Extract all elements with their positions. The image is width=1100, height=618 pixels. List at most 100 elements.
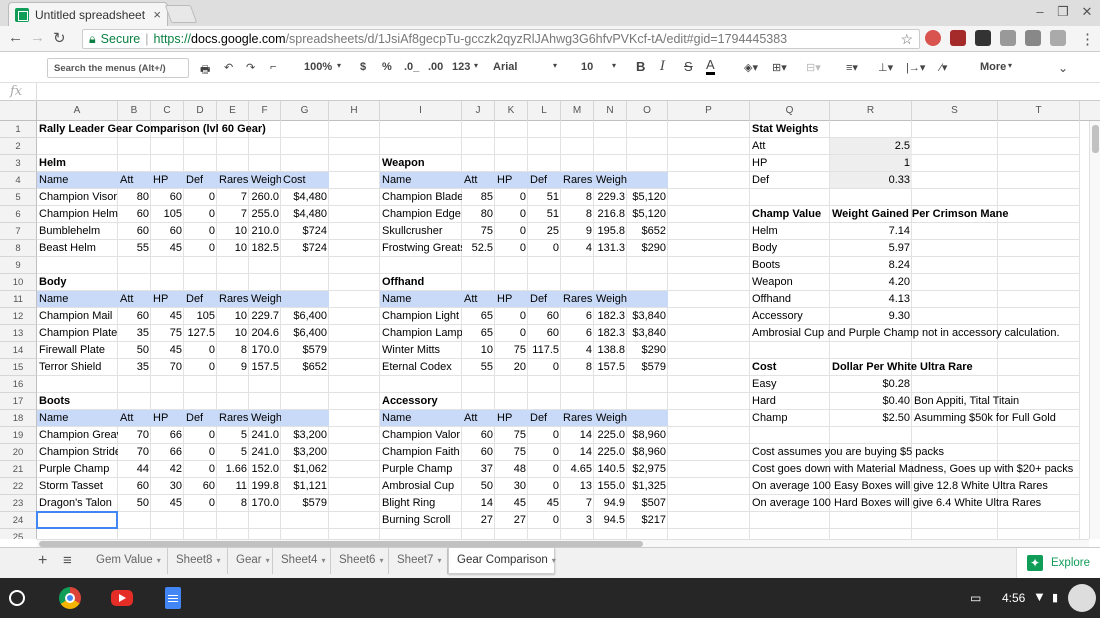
- sheet-tab-sheet4[interactable]: Sheet4 ▾: [273, 548, 331, 574]
- cell-b8[interactable]: 55: [118, 240, 151, 257]
- redo-icon[interactable]: ↷: [246, 61, 255, 74]
- paint-format-icon[interactable]: ⌐: [270, 61, 276, 73]
- cell-n6[interactable]: 216.8: [594, 206, 627, 223]
- cell-c11[interactable]: HP: [151, 291, 184, 308]
- cell-a4[interactable]: Name: [37, 172, 118, 189]
- cell-q21[interactable]: Cost goes down with Material Madness, Go…: [750, 461, 1073, 478]
- cell-f5[interactable]: 260.0: [249, 189, 281, 206]
- cell-e20[interactable]: 5: [217, 444, 249, 461]
- cell-l19[interactable]: 0: [528, 427, 561, 444]
- row-header-10[interactable]: 10: [0, 274, 37, 291]
- cell-m22[interactable]: 13: [561, 478, 594, 495]
- cell-a15[interactable]: Terror Shield: [37, 359, 118, 376]
- user-avatar[interactable]: [1068, 584, 1096, 612]
- percent-button[interactable]: %: [382, 61, 392, 73]
- cell-c20[interactable]: 66: [151, 444, 184, 461]
- cell-q1[interactable]: Stat Weights: [750, 121, 830, 138]
- cell-l4[interactable]: Def: [528, 172, 561, 189]
- cell-o15[interactable]: $579: [627, 359, 668, 376]
- cell-r2[interactable]: 2.5: [830, 138, 912, 155]
- cell-g4[interactable]: Cost: [281, 172, 329, 189]
- sheet-tab-sheet7[interactable]: Sheet7 ▾: [389, 548, 448, 574]
- cell-j21[interactable]: 37: [462, 461, 495, 478]
- cell-o8[interactable]: $290: [627, 240, 668, 257]
- cell-n24[interactable]: 94.5: [594, 512, 627, 529]
- row-header-22[interactable]: 22: [0, 478, 37, 495]
- text-wrap-icon[interactable]: |→▾: [906, 61, 925, 74]
- cell-i11[interactable]: Name: [380, 291, 462, 308]
- collapse-toolbar-icon[interactable]: ⌄: [1058, 61, 1068, 75]
- cell-f21[interactable]: 152.0: [249, 461, 281, 478]
- column-header-m[interactable]: M: [561, 101, 594, 121]
- cell-l22[interactable]: 0: [528, 478, 561, 495]
- docs-icon[interactable]: [165, 587, 181, 609]
- sheet-tab-dropdown-icon[interactable]: ▾: [266, 556, 270, 565]
- cell-j6[interactable]: 80: [462, 206, 495, 223]
- row-header-16[interactable]: 16: [0, 376, 37, 393]
- cell-d12[interactable]: 105: [184, 308, 217, 325]
- cell-e23[interactable]: 8: [217, 495, 249, 512]
- row-header-11[interactable]: 11: [0, 291, 37, 308]
- cell-k24[interactable]: 27: [495, 512, 528, 529]
- cell-j19[interactable]: 60: [462, 427, 495, 444]
- cell-o5[interactable]: $5,120: [627, 189, 668, 206]
- cell-q11[interactable]: Offhand: [750, 291, 830, 308]
- row-header-4[interactable]: 4: [0, 172, 37, 189]
- undo-icon[interactable]: ↶: [224, 61, 233, 74]
- cell-b13[interactable]: 35: [118, 325, 151, 342]
- row-header-5[interactable]: 5: [0, 189, 37, 206]
- cell-n19[interactable]: 225.0: [594, 427, 627, 444]
- cell-k15[interactable]: 20: [495, 359, 528, 376]
- cell-c5[interactable]: 60: [151, 189, 184, 206]
- cell-o24[interactable]: $217: [627, 512, 668, 529]
- cell-n4[interactable]: Weight: [594, 172, 627, 189]
- cell-k19[interactable]: 75: [495, 427, 528, 444]
- cell-r15[interactable]: Dollar Per White Ultra Rare: [830, 359, 973, 376]
- cell-q16[interactable]: Easy: [750, 376, 830, 393]
- cell-c4[interactable]: HP: [151, 172, 184, 189]
- cell-j14[interactable]: 10: [462, 342, 495, 359]
- cell-d19[interactable]: 0: [184, 427, 217, 444]
- cell-i20[interactable]: Champion Faith: [380, 444, 462, 461]
- cell-c18[interactable]: HP: [151, 410, 184, 427]
- menu-search-input[interactable]: Search the menus (Alt+/): [47, 58, 189, 78]
- cell-f13[interactable]: 204.6: [249, 325, 281, 342]
- close-window-icon[interactable]: ✕: [1077, 4, 1097, 20]
- cell-e19[interactable]: 5: [217, 427, 249, 444]
- cell-g22[interactable]: $1,121: [281, 478, 329, 495]
- browser-tab[interactable]: Untitled spreadsheet - Go ×: [8, 2, 168, 26]
- cell-d14[interactable]: 0: [184, 342, 217, 359]
- cell-e15[interactable]: 9: [217, 359, 249, 376]
- cell-k8[interactable]: 0: [495, 240, 528, 257]
- cell-k20[interactable]: 75: [495, 444, 528, 461]
- bold-button[interactable]: B: [636, 59, 645, 74]
- font-dropdown-icon[interactable]: ▾: [553, 61, 557, 70]
- cell-d11[interactable]: Def: [184, 291, 217, 308]
- cell-d8[interactable]: 0: [184, 240, 217, 257]
- cell-e7[interactable]: 10: [217, 223, 249, 240]
- cell-a8[interactable]: Beast Helm: [37, 240, 118, 257]
- cell-j8[interactable]: 52.5: [462, 240, 495, 257]
- borders-icon[interactable]: ⊞▾: [772, 61, 787, 74]
- minimize-icon[interactable]: –: [1030, 4, 1050, 19]
- cell-m23[interactable]: 7: [561, 495, 594, 512]
- cell-q22[interactable]: On average 100 Easy Boxes will give 12.8…: [750, 478, 1048, 495]
- cell-e4[interactable]: Rares: [217, 172, 249, 189]
- column-header-o[interactable]: O: [627, 101, 668, 121]
- cell-g13[interactable]: $6,400: [281, 325, 329, 342]
- cell-b6[interactable]: 60: [118, 206, 151, 223]
- cell-c7[interactable]: 60: [151, 223, 184, 240]
- cell-s18[interactable]: Asumming $50k for Full Gold: [912, 410, 1056, 427]
- cell-d22[interactable]: 60: [184, 478, 217, 495]
- cell-k23[interactable]: 45: [495, 495, 528, 512]
- cell-g5[interactable]: $4,480: [281, 189, 329, 206]
- cell-a7[interactable]: Bumblehelm: [37, 223, 118, 240]
- cell-a20[interactable]: Champion Stride: [37, 444, 118, 461]
- cell-i10[interactable]: Offhand: [380, 274, 462, 291]
- add-sheet-icon[interactable]: +: [38, 552, 47, 570]
- cell-q20[interactable]: Cost assumes you are buying $5 packs: [750, 444, 944, 461]
- sheet-tab-gear[interactable]: Gear ▾: [228, 548, 273, 574]
- cell-l21[interactable]: 0: [528, 461, 561, 478]
- cell-j15[interactable]: 55: [462, 359, 495, 376]
- zoom-select[interactable]: 100%: [304, 61, 332, 73]
